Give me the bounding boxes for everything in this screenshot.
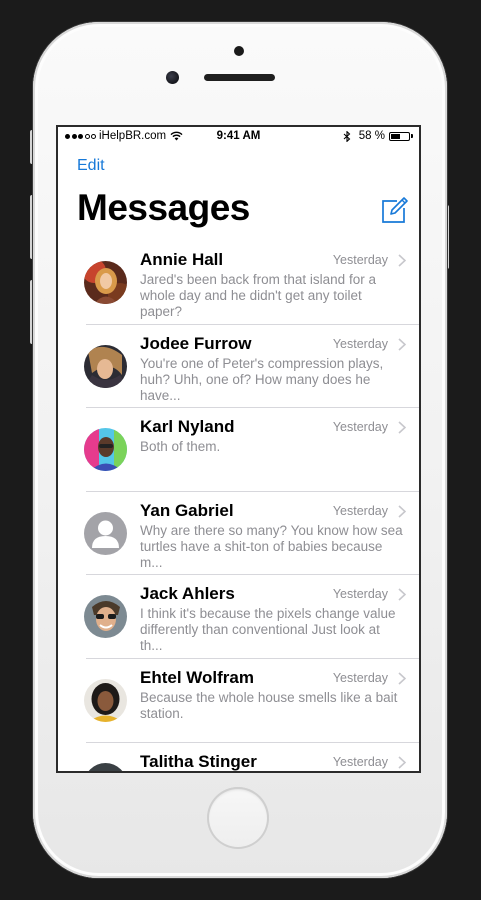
avatar: [84, 678, 127, 722]
sender-name: Ehtel Wolfram: [140, 667, 254, 687]
chevron-right-icon: [398, 421, 406, 434]
sender-name: Jodee Furrow: [140, 333, 252, 353]
battery-fill: [391, 133, 401, 139]
battery-tip: [411, 134, 413, 138]
avatar: [84, 762, 127, 771]
earpiece-speaker: [204, 74, 275, 81]
battery-percent: 58 %: [358, 130, 385, 142]
conversation-row[interactable]: Karl Nyland Yesterday Both of them.: [58, 408, 419, 492]
message-preview: Both of them.: [140, 439, 221, 455]
conversation-row[interactable]: Talitha Stinger Yesterday: [58, 743, 419, 771]
conversation-row[interactable]: Jack Ahlers Yesterday I think it's becau…: [58, 575, 419, 659]
sender-name: Annie Hall: [140, 250, 224, 269]
message-time: Yesterday: [332, 420, 388, 435]
chevron-right-icon: [398, 338, 406, 351]
device-stage: iHelpBR.com 9:41 AM 58 % Edit Messages A…: [0, 0, 481, 900]
conversation-row[interactable]: Ehtel Wolfram Yesterday Because the whol…: [58, 659, 419, 743]
avatar: [84, 595, 127, 639]
edit-button[interactable]: Edit: [77, 157, 105, 175]
message-time: Yesterday: [332, 253, 388, 267]
conversation-row[interactable]: Annie Hall Yesterday Jared's been back f…: [58, 241, 419, 325]
message-time: Yesterday: [332, 336, 388, 351]
message-time: Yesterday: [332, 670, 388, 685]
message-preview: Why are there so many? You know how sea …: [140, 522, 403, 570]
message-time: Yesterday: [332, 587, 388, 602]
conversation-row[interactable]: Yan Gabriel Yesterday Why are there so m…: [58, 492, 419, 576]
message-preview: Because the whole house smells like a ba…: [140, 689, 398, 721]
status-right: 58 %: [343, 130, 413, 142]
message-preview: You're one of Peter's compression plays,…: [140, 355, 384, 403]
chevron-right-icon: [398, 505, 406, 518]
proximity-sensor: [234, 46, 244, 56]
avatar-placeholder-icon: [84, 511, 127, 555]
chevron-right-icon: [398, 254, 406, 267]
chevron-right-icon: [398, 672, 406, 685]
avatar: [84, 428, 127, 472]
page-title: Messages: [77, 187, 250, 228]
message-time: Yesterday: [332, 754, 388, 769]
front-camera: [166, 71, 179, 84]
sender-name: Talitha Stinger: [140, 751, 257, 771]
status-bar: iHelpBR.com 9:41 AM 58 %: [58, 127, 419, 147]
avatar: [84, 344, 127, 388]
chevron-right-icon: [398, 588, 406, 601]
conversation-row[interactable]: Jodee Furrow Yesterday You're one of Pet…: [58, 325, 419, 409]
bluetooth-icon: [343, 130, 351, 142]
screen: iHelpBR.com 9:41 AM 58 % Edit Messages A…: [58, 127, 419, 771]
message-preview: I think it's because the pixels change v…: [140, 606, 396, 654]
sender-name: Jack Ahlers: [140, 584, 235, 604]
battery-icon: [389, 131, 410, 141]
chevron-right-icon: [398, 755, 406, 769]
conversation-list: Annie Hall Yesterday Jared's been back f…: [58, 241, 419, 771]
home-button[interactable]: [207, 787, 269, 849]
message-preview: Jared's been back from that island for a…: [140, 272, 376, 319]
sender-name: Karl Nyland: [140, 417, 235, 437]
sender-name: Yan Gabriel: [140, 500, 234, 520]
compose-icon[interactable]: [380, 196, 408, 224]
avatar: [84, 261, 127, 304]
message-time: Yesterday: [332, 503, 388, 518]
